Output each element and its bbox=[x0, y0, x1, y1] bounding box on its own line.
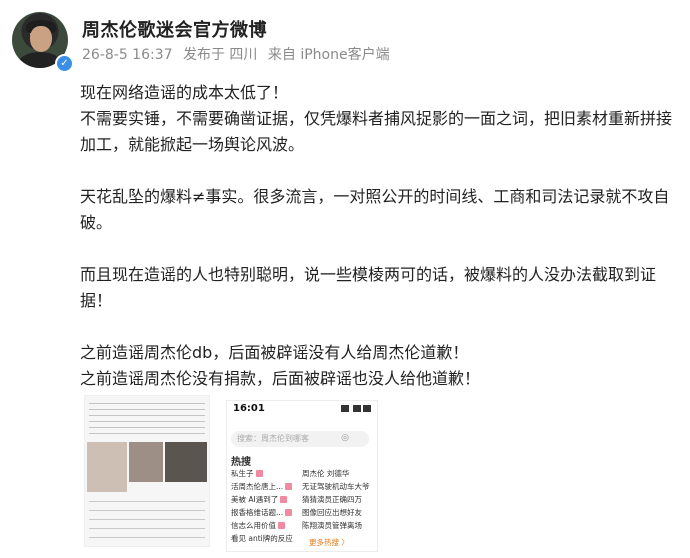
post-line: 之前造谣周杰伦没有捐款，后面被辟谣也没人给他道歉！ bbox=[80, 369, 481, 388]
post-line: 之前造谣周杰伦db，后面被辟谣没有人给周杰伦道歉！ bbox=[80, 343, 469, 362]
attached-image-screenshot[interactable]: 16:01 搜索：周杰伦到哪客 ◎ 热搜 私生子 周杰伦 刘德华 活周杰伦唐上.… bbox=[226, 400, 378, 552]
post-body: 现在网络造谣的成本太低了！ 不需要实锤，不需要确凿证据，仅凭爆料者捕风捉影的一面… bbox=[80, 80, 680, 392]
signal-battery-icon bbox=[341, 405, 371, 412]
hot-item: 活周杰伦唐上... bbox=[231, 481, 284, 491]
camera-icon: ◎ bbox=[341, 433, 349, 443]
hot-row: 信志么用价值 陈翔演员管弹离场 bbox=[231, 519, 373, 531]
post-line: 天花乱坠的爆料≠事实。很多流言，一对照公开的时间线、工商和司法记录就不攻自破。 bbox=[80, 187, 670, 232]
hot-item: 无证驾驶机动车大爷 bbox=[302, 481, 370, 491]
hot-tag-icon bbox=[255, 469, 263, 477]
hot-item: 陈翔演员管弹离场 bbox=[302, 520, 362, 530]
verified-badge-icon: ✓ bbox=[55, 54, 74, 73]
screenshot-hot-list: 私生子 周杰伦 刘德华 活周杰伦唐上... 无证驾驶机动车大爷 美被 AI遇到了… bbox=[231, 467, 373, 545]
image-photo bbox=[87, 442, 127, 492]
screenshot-hot-label: 热搜 bbox=[231, 457, 251, 468]
hot-item: 私生子 bbox=[231, 468, 254, 478]
hot-row: 私生子 周杰伦 刘德华 bbox=[231, 467, 373, 479]
hot-item: 图像回应出想好友 bbox=[302, 507, 362, 517]
image-text-block bbox=[89, 496, 205, 542]
hot-item: 周杰伦 刘德华 bbox=[302, 468, 350, 478]
screenshot-search-bar: 搜索：周杰伦到哪客 ◎ bbox=[231, 431, 369, 447]
post-location: 发布于 四川 bbox=[182, 47, 258, 63]
image-photo bbox=[129, 442, 163, 482]
hot-row: 美被 AI遇到了 猜猜演员正确四万 bbox=[231, 493, 373, 505]
screenshot-search-placeholder: 搜索：周杰伦到哪客 bbox=[237, 434, 309, 443]
image-photo bbox=[165, 442, 207, 482]
hot-tag-icon bbox=[285, 508, 293, 516]
hot-item: 报香格维话题... bbox=[231, 507, 284, 517]
hot-tag-icon bbox=[280, 495, 288, 503]
hot-item: 猜猜演员正确四万 bbox=[302, 494, 362, 504]
post-line: 现在网络造谣的成本太低了！ bbox=[80, 83, 289, 102]
avatar-face bbox=[30, 26, 52, 52]
screenshot-time: 16:01 bbox=[233, 403, 265, 414]
post-time: 26-8-5 16:37 bbox=[82, 47, 173, 63]
hot-row: 看见 anti牌的反应 bbox=[231, 532, 373, 544]
hot-item: 信志么用价值 bbox=[231, 520, 276, 530]
screenshot-more-hot: 更多热搜 〉 bbox=[309, 538, 349, 547]
hot-tag-icon bbox=[278, 521, 285, 529]
post-meta: 26-8-5 16:37 发布于 四川 来自 iPhone客户端 bbox=[82, 44, 396, 64]
hot-row: 报香格维话题... 图像回应出想好友 bbox=[231, 506, 373, 518]
author-name[interactable]: 周杰伦歌迷会官方微博 bbox=[82, 16, 267, 42]
post-line: 而且现在造谣的人也特别聪明，说一些模棱两可的话，被爆料的人没办法截取到证据！ bbox=[80, 265, 657, 310]
post-header: ✓ 周杰伦歌迷会官方微博 26-8-5 16:37 发布于 四川 来自 iPho… bbox=[12, 10, 672, 73]
attached-image-article[interactable] bbox=[84, 395, 210, 547]
hot-item: 美被 AI遇到了 bbox=[231, 494, 279, 504]
post-line: 不需要实锤，不需要确凿证据，仅凭爆料者捕风捉影的一面之词，把旧素材重新拼接加工，… bbox=[80, 109, 673, 154]
hot-item: 看见 anti牌的反应 bbox=[231, 533, 293, 543]
hot-row: 活周杰伦唐上... 无证驾驶机动车大爷 bbox=[231, 480, 373, 492]
hot-tag-icon bbox=[285, 482, 293, 490]
image-text-block bbox=[89, 400, 205, 436]
post-source: 来自 iPhone客户端 bbox=[267, 47, 390, 63]
